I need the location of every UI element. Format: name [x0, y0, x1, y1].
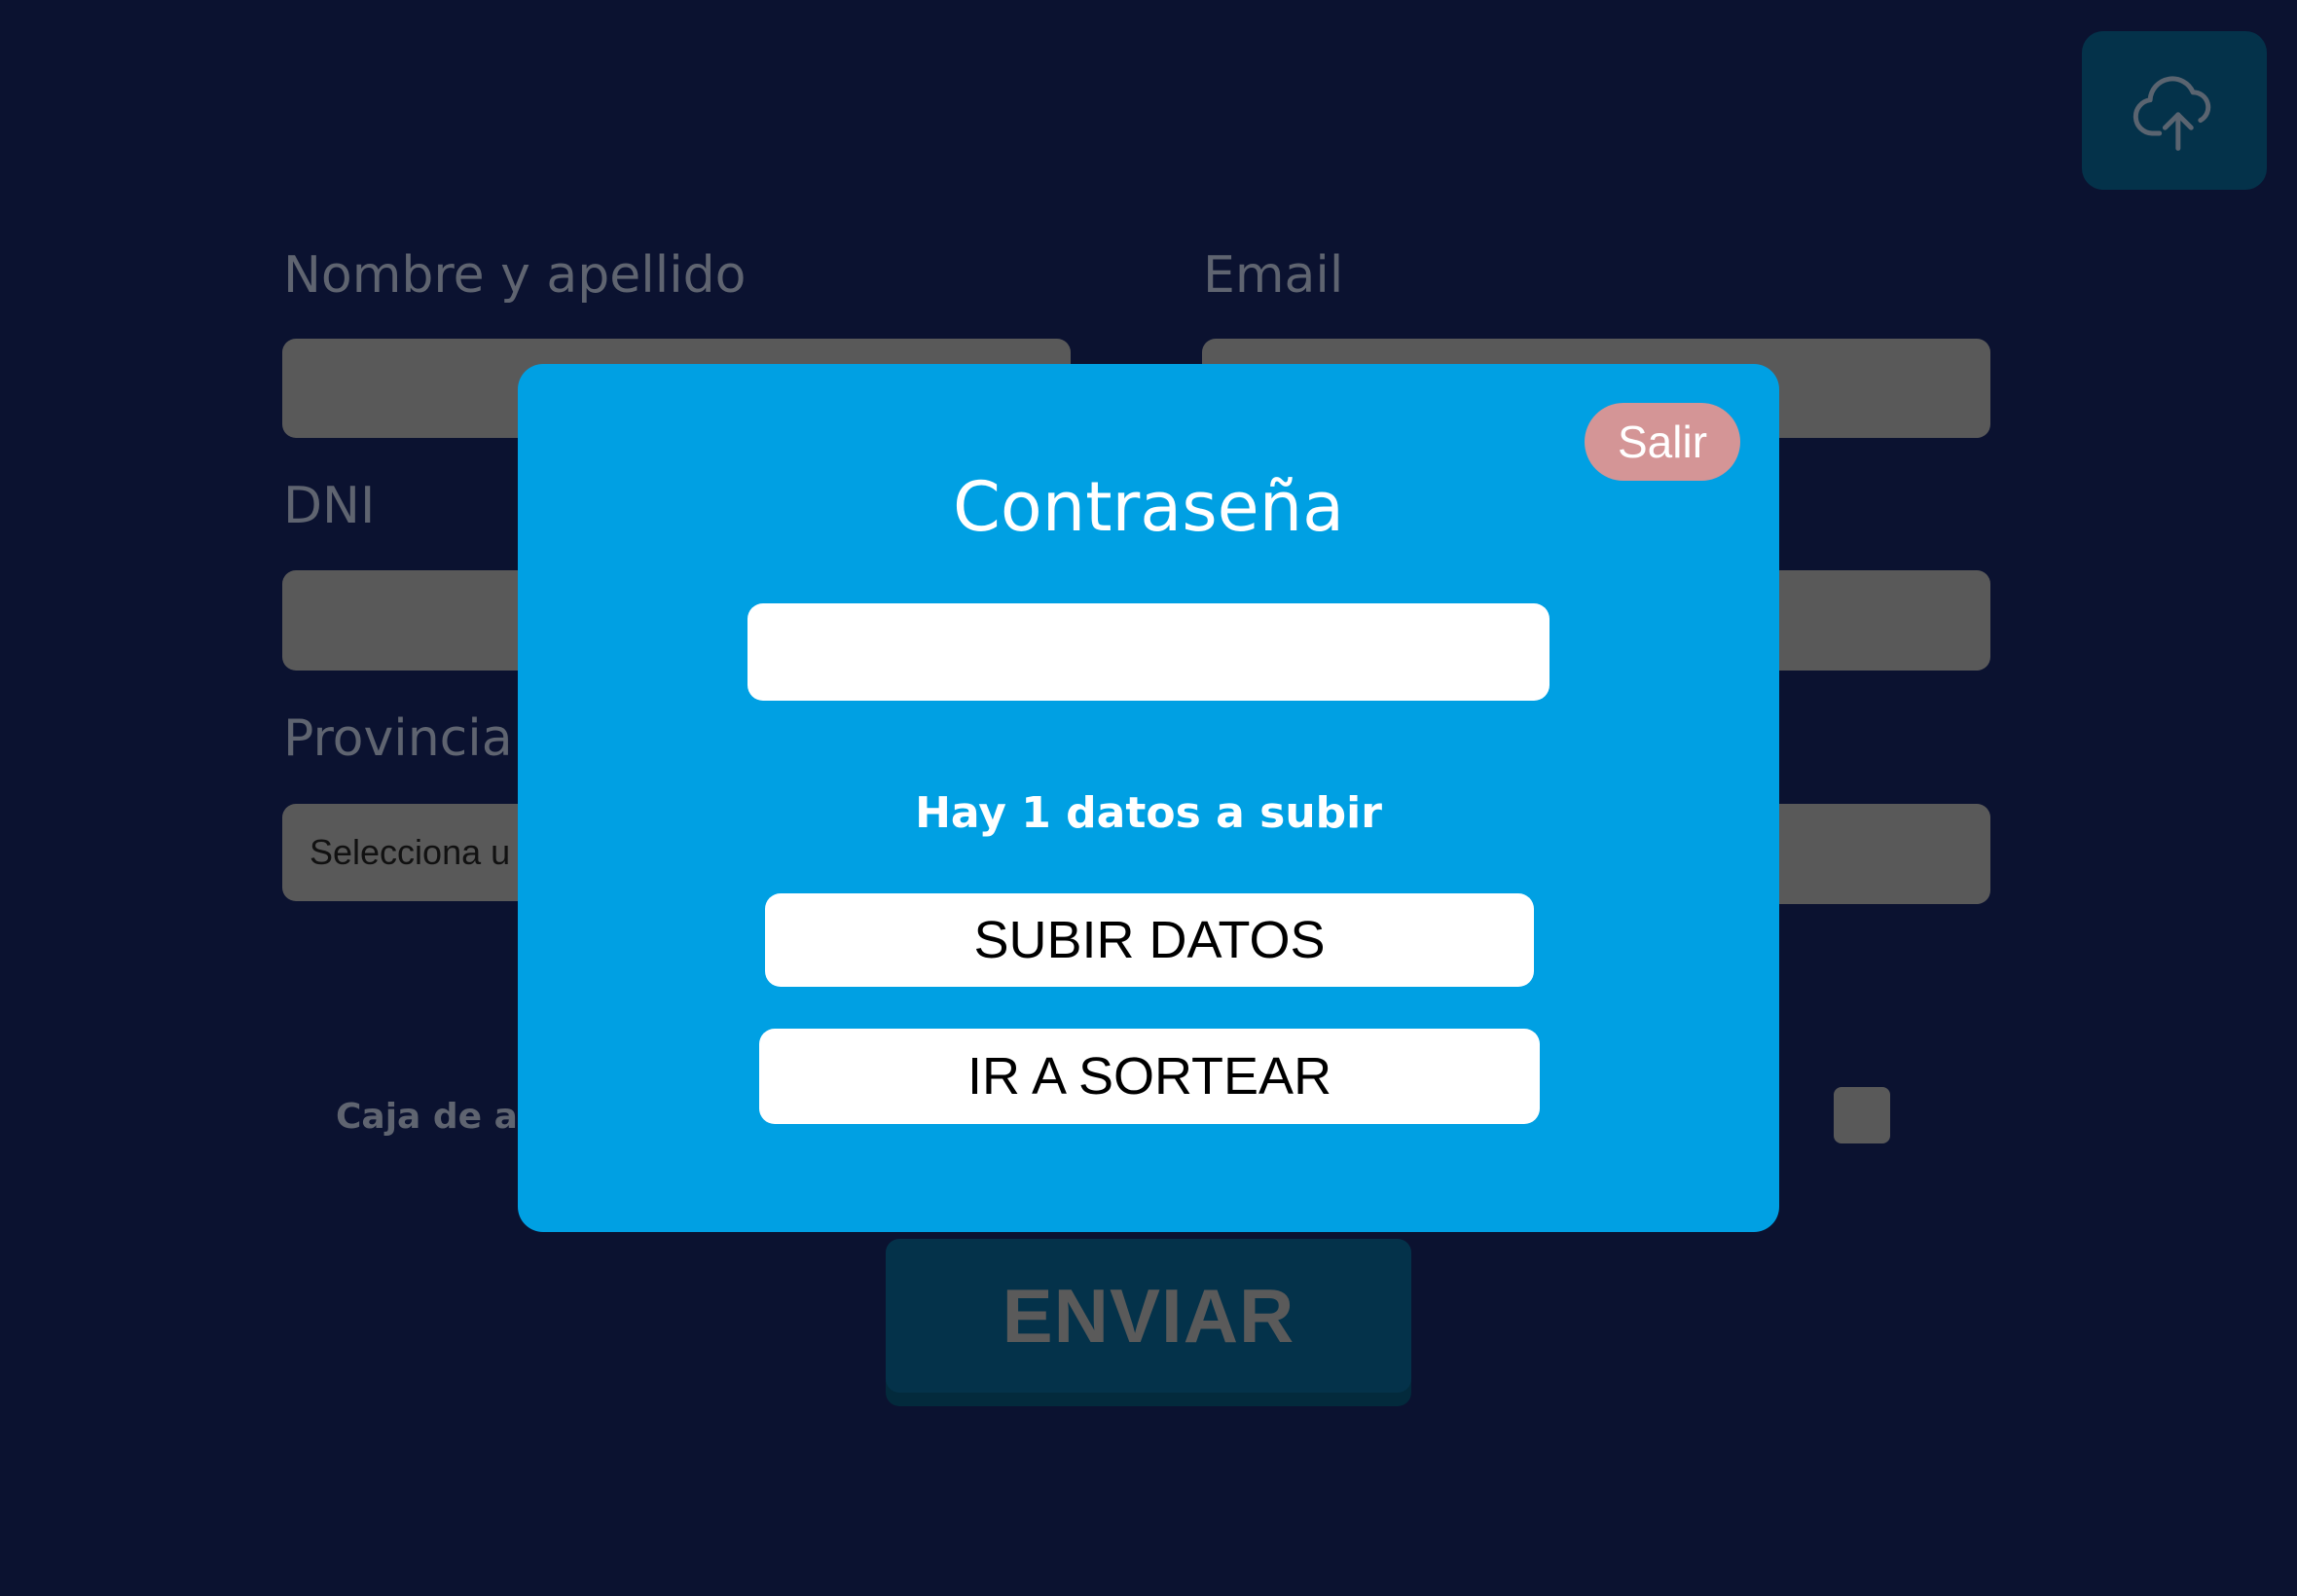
modal-title: Contraseña — [953, 467, 1344, 547]
province-select-value: Selecciona u — [310, 832, 511, 872]
registration-page: Nombre y apellido Email DNI Provincia Se… — [0, 0, 2297, 1596]
exit-button[interactable]: Salir — [1585, 403, 1740, 481]
password-input[interactable] — [747, 603, 1550, 701]
cloud-upload-icon — [2133, 75, 2211, 151]
terms-checkbox[interactable] — [1834, 1087, 1890, 1143]
name-label: Nombre y apellido — [283, 246, 747, 305]
pending-data-text: Hay 1 datos a subir — [915, 788, 1382, 838]
go-to-raffle-button[interactable]: IR A SORTEAR — [759, 1029, 1540, 1124]
submit-button[interactable]: ENVIAR — [886, 1239, 1411, 1393]
upload-data-button[interactable]: SUBIR DATOS — [765, 893, 1534, 987]
email-label: Email — [1203, 246, 1344, 305]
upload-button[interactable] — [2082, 31, 2267, 190]
password-modal: Salir Contraseña Hay 1 datos a subir SUB… — [518, 364, 1779, 1232]
dni-label: DNI — [283, 477, 376, 535]
province-label: Provincia — [283, 709, 513, 768]
